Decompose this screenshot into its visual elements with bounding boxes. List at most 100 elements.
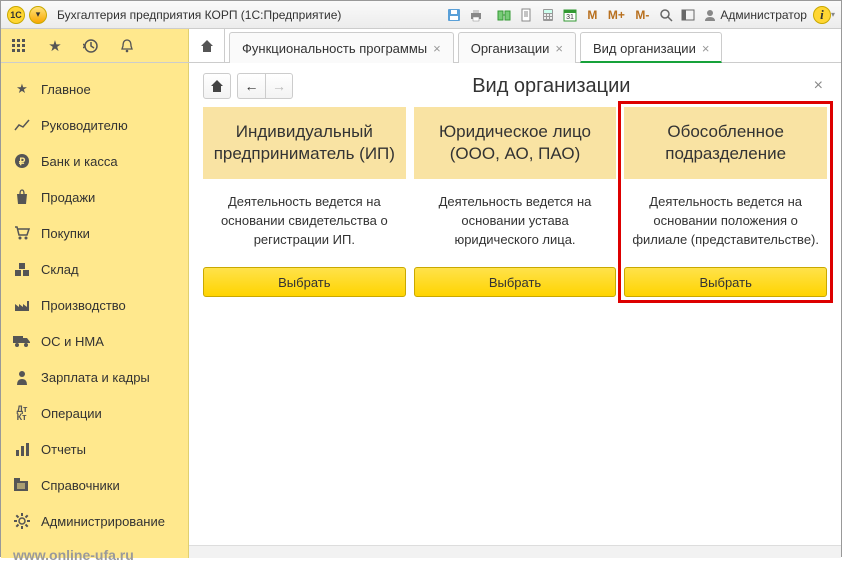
document-icon[interactable] xyxy=(516,5,536,25)
sidebar-item-label: Отчеты xyxy=(41,442,86,457)
history-icon[interactable] xyxy=(73,29,109,63)
tab-tool-strip: ★ xyxy=(1,29,189,62)
tab-label: Организации xyxy=(471,41,550,56)
gear-icon xyxy=(13,512,31,530)
select-button[interactable]: Выбрать xyxy=(624,267,827,297)
save-icon[interactable] xyxy=(444,5,464,25)
sidebar-item-label: Справочники xyxy=(41,478,120,493)
info-dropdown-icon[interactable]: ▾ xyxy=(831,10,835,19)
open-tabs: Функциональность программы × Организации… xyxy=(225,29,722,62)
info-icon[interactable]: i xyxy=(813,6,831,24)
card-description: Деятельность ведется на основании свидет… xyxy=(203,179,406,263)
select-button[interactable]: Выбрать xyxy=(414,267,617,297)
sidebar-item-label: Продажи xyxy=(41,190,95,205)
main-content: ← → Вид организации × Индивидуальный пре… xyxy=(189,63,841,558)
user-name: Администратор xyxy=(720,8,807,22)
memory-m-button[interactable]: M xyxy=(582,5,602,25)
tab-close-icon[interactable]: × xyxy=(433,41,441,56)
sidebar-item-catalogs[interactable]: Справочники xyxy=(1,467,188,503)
home-page-button[interactable] xyxy=(203,73,231,99)
card-heading: Юридическое лицо (ООО, АО, ПАО) xyxy=(414,107,617,179)
sidebar-item-label: Производство xyxy=(41,298,126,313)
sidebar-item-main[interactable]: ★ Главное xyxy=(1,71,188,107)
svg-text:₽: ₽ xyxy=(19,157,26,168)
sidebar-item-label: ОС и НМА xyxy=(41,334,104,349)
favorite-star-icon[interactable]: ★ xyxy=(37,29,73,63)
sidebar-item-assets[interactable]: ОС и НМА xyxy=(1,323,188,359)
memory-mplus-button[interactable]: M+ xyxy=(604,5,628,25)
notification-bell-icon[interactable] xyxy=(109,29,145,63)
sidebar-item-label: Администрирование xyxy=(41,514,165,529)
sidebar-item-payroll[interactable]: Зарплата и кадры xyxy=(1,359,188,395)
ruble-coin-icon: ₽ xyxy=(13,152,31,170)
user-icon xyxy=(704,9,716,21)
apps-grid-icon[interactable] xyxy=(1,29,37,63)
tab-organization-type[interactable]: Вид организации × xyxy=(580,32,722,63)
sidebar-item-label: Главное xyxy=(41,82,91,97)
page-toolbar: ← → Вид организации × xyxy=(203,73,827,99)
sidebar: ★ Главное Руководителю ₽ Банк и касса Пр… xyxy=(1,63,189,558)
title-bar-right: 31 M M+ M- Администратор i ▾ xyxy=(444,5,835,25)
panel-icon[interactable] xyxy=(678,5,698,25)
calculator-icon[interactable] xyxy=(538,5,558,25)
truck-icon xyxy=(13,332,31,350)
card-heading: Индивидуальный предприниматель (ИП) xyxy=(203,107,406,179)
sidebar-item-purchases[interactable]: Покупки xyxy=(1,215,188,251)
chart-trend-icon xyxy=(13,116,31,134)
sidebar-item-manager[interactable]: Руководителю xyxy=(1,107,188,143)
cart-icon xyxy=(13,224,31,242)
tab-close-icon[interactable]: × xyxy=(555,41,563,56)
print-icon[interactable] xyxy=(466,5,486,25)
page-title: Вид организации xyxy=(299,75,804,98)
sidebar-item-operations[interactable]: ДтКт Операции xyxy=(1,395,188,431)
forward-button[interactable]: → xyxy=(265,73,293,99)
sidebar-item-label: Склад xyxy=(41,262,79,277)
debit-credit-icon: ДтКт xyxy=(13,404,31,422)
memory-mminus-button[interactable]: M- xyxy=(630,5,654,25)
person-icon xyxy=(13,368,31,386)
tab-label: Вид организации xyxy=(593,41,696,56)
window-title-bar: 1С ▾ Бухгалтерия предприятия КОРП (1С:Пр… xyxy=(1,1,841,29)
factory-icon xyxy=(13,296,31,314)
page-close-button[interactable]: × xyxy=(810,77,827,95)
card-description: Деятельность ведется на основании устава… xyxy=(414,179,617,263)
tab-bar: ★ Функциональность программы × Организац… xyxy=(1,29,841,63)
card-individual-entrepreneur: Индивидуальный предприниматель (ИП) Деят… xyxy=(203,107,406,297)
home-tab-button[interactable] xyxy=(189,29,225,62)
card-heading: Обособленное подразделение xyxy=(624,107,827,179)
sidebar-item-label: Руководителю xyxy=(41,118,128,133)
title-bar-left: 1С ▾ Бухгалтерия предприятия КОРП (1С:Пр… xyxy=(7,6,341,24)
sidebar-item-administration[interactable]: Администрирование xyxy=(1,503,188,539)
svg-text:31: 31 xyxy=(567,14,575,21)
tab-functionality[interactable]: Функциональность программы × xyxy=(229,32,454,63)
compare-icon[interactable] xyxy=(494,5,514,25)
card-description: Деятельность ведется на основании положе… xyxy=(624,179,827,263)
sidebar-item-bank[interactable]: ₽ Банк и касса xyxy=(1,143,188,179)
tab-close-icon[interactable]: × xyxy=(702,41,710,56)
bag-icon xyxy=(13,188,31,206)
star-icon: ★ xyxy=(13,80,31,98)
sidebar-item-label: Покупки xyxy=(41,226,90,241)
sidebar-item-reports[interactable]: Отчеты xyxy=(1,431,188,467)
sidebar-item-sales[interactable]: Продажи xyxy=(1,179,188,215)
dropdown-ball-icon[interactable]: ▾ xyxy=(29,6,47,24)
boxes-icon xyxy=(13,260,31,278)
tab-label: Функциональность программы xyxy=(242,41,427,56)
folder-list-icon xyxy=(13,476,31,494)
nav-arrows: ← → xyxy=(237,73,293,99)
sidebar-item-label: Зарплата и кадры xyxy=(41,370,150,385)
zoom-icon[interactable] xyxy=(656,5,676,25)
app-logo-1c: 1С xyxy=(7,6,25,24)
back-button[interactable]: ← xyxy=(237,73,265,99)
watermark-text: www.online-ufa.ru xyxy=(1,539,188,571)
sidebar-item-label: Банк и касса xyxy=(41,154,118,169)
sidebar-item-warehouse[interactable]: Склад xyxy=(1,251,188,287)
sidebar-item-production[interactable]: Производство xyxy=(1,287,188,323)
tab-organizations[interactable]: Организации × xyxy=(458,32,576,63)
bar-chart-icon xyxy=(13,440,31,458)
select-button[interactable]: Выбрать xyxy=(203,267,406,297)
user-label[interactable]: Администратор xyxy=(700,8,811,22)
window-title: Бухгалтерия предприятия КОРП (1С:Предпри… xyxy=(57,8,341,22)
calendar-icon[interactable]: 31 xyxy=(560,5,580,25)
card-legal-entity: Юридическое лицо (ООО, АО, ПАО) Деятельн… xyxy=(414,107,617,297)
